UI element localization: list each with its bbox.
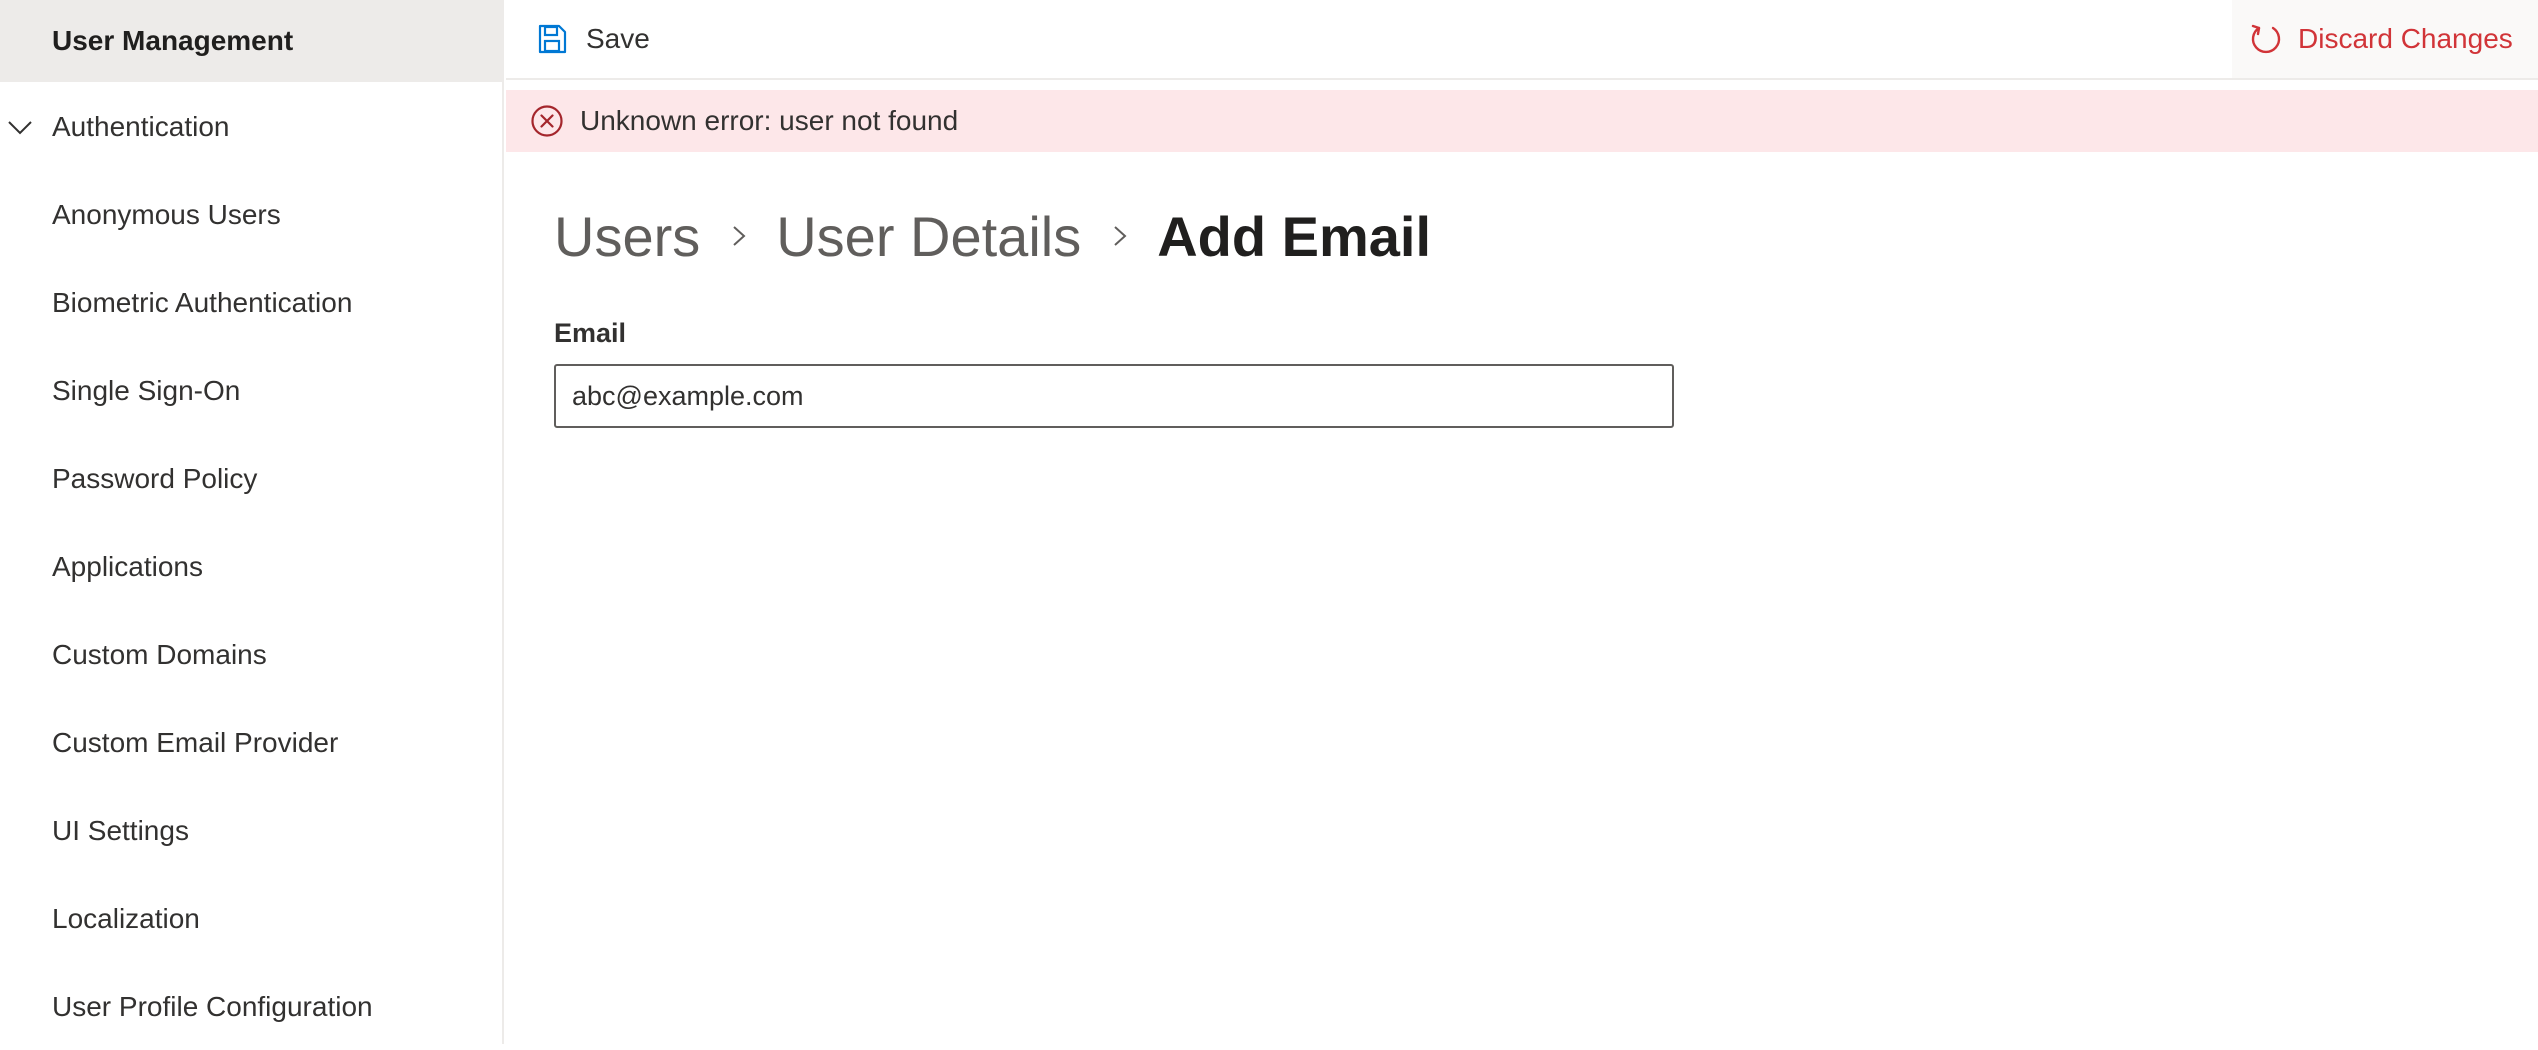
refresh-icon [2251, 24, 2281, 54]
sidebar-item-label: Applications [52, 551, 203, 582]
sidebar-item-user-management[interactable]: User Management [0, 0, 504, 82]
sidebar-item-custom-domains[interactable]: Custom Domains [0, 612, 502, 698]
error-message-bar: Unknown error: user not found [506, 90, 2538, 152]
sidebar-item-label: UI Settings [52, 815, 189, 846]
sidebar-item-label: Localization [52, 903, 200, 934]
save-label: Save [586, 23, 650, 54]
breadcrumb-item-users[interactable]: Users [554, 204, 700, 269]
chevron-right-icon [722, 196, 756, 276]
sidebar-item-label: User Profile Configuration [52, 991, 373, 1022]
sidebar-item-anonymous-users[interactable]: Anonymous Users [0, 172, 502, 258]
sidebar-item-label: Custom Email Provider [52, 727, 339, 758]
error-message-text: Unknown error: user not found [580, 105, 959, 136]
sidebar-item-label: Biometric Authentication [52, 287, 353, 318]
sidebar-item-label: Single Sign-On [52, 375, 241, 406]
chevron-right-icon [1103, 196, 1137, 276]
sidebar-group-label: Authentication [52, 111, 230, 142]
sidebar-item-label: Anonymous Users [52, 199, 281, 230]
save-button[interactable]: Save [536, 12, 650, 66]
page-title: Add Email [1157, 204, 1432, 268]
sidebar-group-authentication[interactable]: Authentication [0, 84, 502, 170]
discard-label: Discard Changes [2298, 23, 2513, 54]
email-label: Email [554, 318, 627, 348]
sidebar-item-ui-settings[interactable]: UI Settings [0, 788, 502, 874]
sidebar-item-biometric-authentication[interactable]: Biometric Authentication [0, 260, 502, 346]
error-circle-icon [531, 105, 563, 137]
breadcrumb: Users User Details Add Email [554, 196, 1431, 276]
discard-changes-button[interactable]: Discard Changes [2232, 0, 2538, 78]
sidebar-item-password-policy[interactable]: Password Policy [0, 436, 502, 522]
sidebar-item-single-sign-on[interactable]: Single Sign-On [0, 348, 502, 434]
main-content: Save Discard Changes Unknown error: user… [506, 0, 2538, 1044]
sidebar-item-user-profile-configuration[interactable]: User Profile Configuration [0, 964, 502, 1050]
command-bar: Save Discard Changes [506, 0, 2538, 80]
sidebar-nav: User Management Authentication Anonymous… [0, 0, 504, 1044]
sidebar-item-custom-email-provider[interactable]: Custom Email Provider [0, 700, 502, 786]
sidebar-item-label: Password Policy [52, 463, 258, 494]
sidebar-item-label: User Management [52, 25, 294, 56]
breadcrumb-item-user-details[interactable]: User Details [776, 204, 1081, 269]
email-field[interactable] [554, 364, 1674, 428]
sidebar-item-applications[interactable]: Applications [0, 524, 502, 610]
save-icon [538, 24, 567, 54]
chevron-down-icon [8, 121, 32, 135]
sidebar-item-label: Custom Domains [52, 639, 267, 670]
sidebar-item-localization[interactable]: Localization [0, 876, 502, 962]
